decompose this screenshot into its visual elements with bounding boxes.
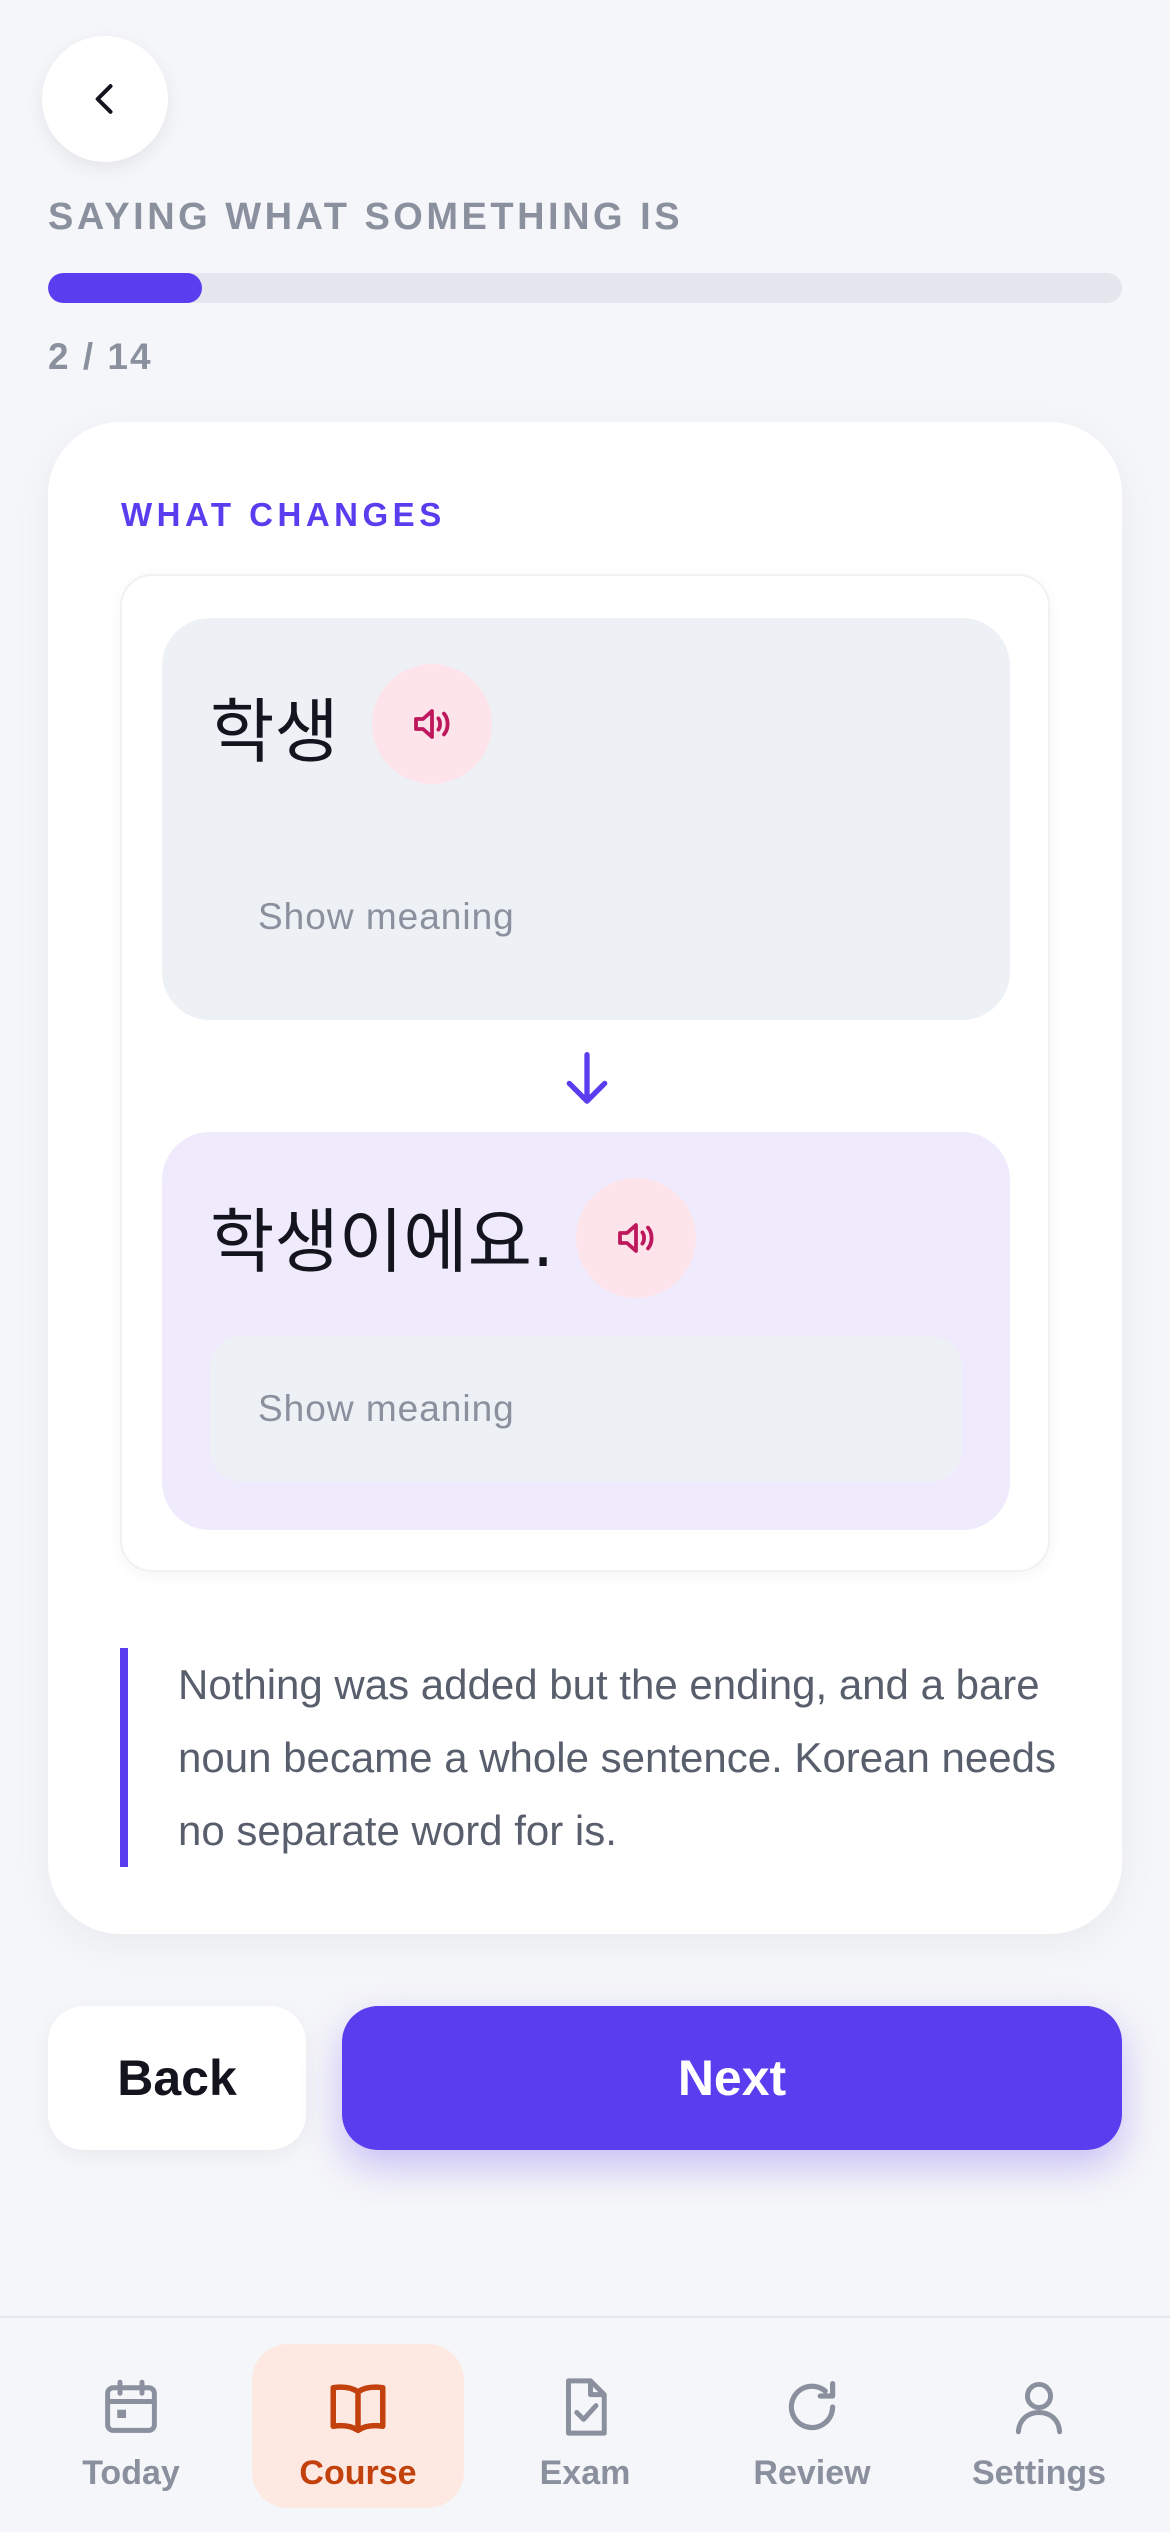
base-word-text: 학생 xyxy=(210,691,339,773)
tab-label: Settings xyxy=(971,2454,1107,2492)
chevron-left-icon xyxy=(95,84,113,114)
tab-settings[interactable]: Settings xyxy=(933,2344,1145,2508)
progress-count: 2 / 14 xyxy=(48,336,153,377)
tab-label: Today xyxy=(82,2454,180,2492)
speaker-icon xyxy=(414,709,450,739)
show-meaning-button[interactable]: Show meaning xyxy=(210,844,962,990)
progress-fill xyxy=(48,273,202,303)
lesson-screen: SAYING WHAT SOMETHING IS 2 / 14 WHAT CHA… xyxy=(0,0,1170,2532)
speaker-icon xyxy=(618,1223,654,1253)
tab-course[interactable]: Course xyxy=(252,2344,464,2508)
show-meaning-button[interactable]: Show meaning xyxy=(210,1336,962,1482)
lesson-title: SAYING WHAT SOMETHING IS xyxy=(48,196,684,238)
section-label: WHAT CHANGES xyxy=(121,496,446,533)
tab-label: Review xyxy=(753,2454,871,2492)
document-check-icon xyxy=(566,2378,607,2436)
book-icon xyxy=(330,2384,386,2434)
result-word-box: 학생이에요. Show meaning xyxy=(162,1132,1010,1530)
tab-exam[interactable]: Exam xyxy=(479,2344,691,2508)
tab-label: Exam xyxy=(539,2454,631,2492)
tab-bar: Today Course Exam Review Settings xyxy=(0,2316,1170,2532)
calendar-icon xyxy=(105,2379,157,2433)
explanation-note: Nothing was added but the ending, and a … xyxy=(120,1648,1060,1867)
tab-today[interactable]: Today xyxy=(25,2344,237,2508)
refresh-icon xyxy=(788,2381,836,2431)
play-audio-button[interactable] xyxy=(372,664,492,784)
play-audio-button[interactable] xyxy=(576,1178,696,1298)
lesson-card: WHAT CHANGES 학생 Show meaning 학생이에요. Show… xyxy=(48,422,1122,1934)
base-word-box: 학생 Show meaning xyxy=(162,618,1010,1020)
back-nav-button[interactable] xyxy=(42,36,168,162)
arrow-down-icon xyxy=(566,1051,608,1104)
tab-review[interactable]: Review xyxy=(706,2344,918,2508)
tab-label: Course xyxy=(299,2454,417,2492)
result-word-text: 학생이에요. xyxy=(210,1201,555,1283)
comparison-panel: 학생 Show meaning 학생이에요. Show meaning xyxy=(120,574,1050,1572)
back-button[interactable]: Back xyxy=(48,2006,306,2150)
user-icon xyxy=(1015,2381,1063,2435)
next-button[interactable]: Next xyxy=(342,2006,1122,2150)
progress-bar xyxy=(48,273,1122,303)
